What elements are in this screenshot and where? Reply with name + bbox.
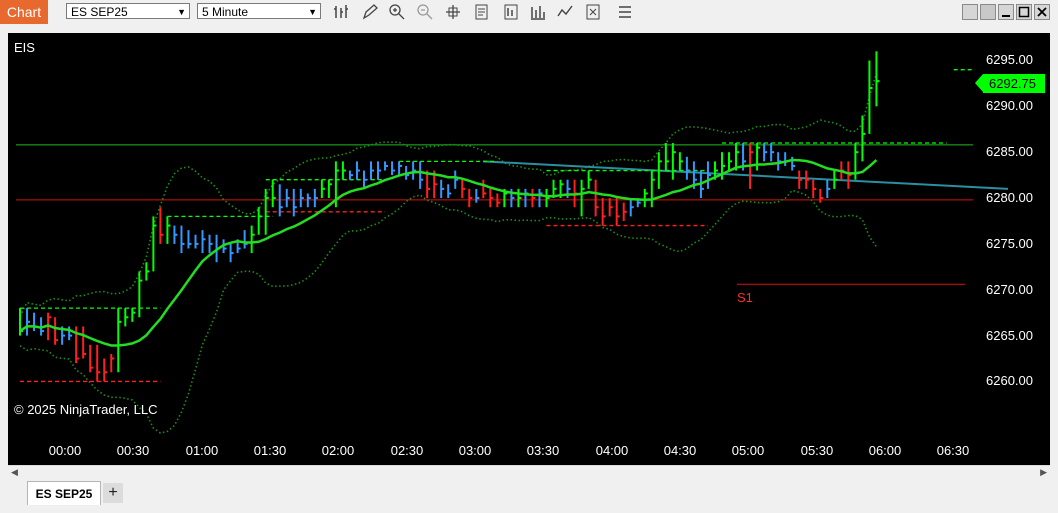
- time-axis-label: 02:30: [390, 443, 424, 458]
- top-toolbar: Chart ES SEP25 ▼ 5 Minute ▼: [0, 0, 1058, 24]
- time-axis-label: 03:00: [458, 443, 492, 458]
- interval-select-value: 5 Minute: [202, 5, 249, 19]
- strategies-icon[interactable]: [529, 3, 547, 21]
- price-chart[interactable]: [8, 33, 1050, 465]
- data-box-icon[interactable]: [473, 3, 491, 21]
- bar-type-icon[interactable]: [332, 3, 350, 21]
- maximize-icon[interactable]: [1016, 4, 1032, 20]
- time-axis-label: 06:00: [868, 443, 902, 458]
- bollinger-lower-band: [19, 189, 878, 434]
- s1-pivot-label: S1: [737, 290, 753, 305]
- chart-panel[interactable]: EIS © 2025 NinjaTrader, LLC S1 6295.00 6…: [8, 33, 1050, 465]
- chevron-down-icon: ▼: [308, 7, 317, 17]
- chart-trader-icon[interactable]: [584, 3, 602, 21]
- time-axis-label: 03:30: [526, 443, 560, 458]
- instrument-select[interactable]: ES SEP25 ▼: [66, 3, 190, 19]
- close-icon[interactable]: [1034, 4, 1050, 20]
- indicators-icon[interactable]: [556, 3, 574, 21]
- price-axis-label: 6280.00: [986, 190, 1033, 205]
- tile-icon[interactable]: [980, 4, 996, 20]
- zoom-in-icon[interactable]: [388, 3, 406, 21]
- restore-icon[interactable]: [962, 4, 978, 20]
- time-axis-label: 02:00: [321, 443, 355, 458]
- instrument-label: EIS: [14, 40, 35, 55]
- time-axis-label: 04:00: [595, 443, 629, 458]
- scroll-left-icon[interactable]: ◀: [11, 467, 18, 478]
- time-axis-label: 04:30: [663, 443, 697, 458]
- crosshair-icon[interactable]: [444, 3, 462, 21]
- add-tab-icon[interactable]: +: [103, 483, 123, 503]
- time-axis-label: 05:30: [800, 443, 834, 458]
- chevron-down-icon: ▼: [177, 7, 186, 17]
- time-axis-label: 00:00: [48, 443, 82, 458]
- minimize-icon[interactable]: [998, 4, 1014, 20]
- chart-window-tab[interactable]: Chart: [0, 0, 48, 24]
- drawing-tool-icon[interactable]: [361, 3, 379, 21]
- time-axis-label: 05:00: [731, 443, 765, 458]
- chart-properties-icon[interactable]: [502, 3, 520, 21]
- price-axis-label: 6275.00: [986, 236, 1033, 251]
- price-axis-label: 6295.00: [986, 52, 1033, 67]
- scroll-right-icon[interactable]: ▶: [1040, 467, 1047, 478]
- current-price-marker: 6292.75: [975, 74, 1045, 93]
- interval-select[interactable]: 5 Minute ▼: [197, 3, 321, 19]
- zoom-out-icon[interactable]: [416, 3, 434, 21]
- copyright-text: © 2025 NinjaTrader, LLC: [14, 402, 158, 417]
- instrument-select-value: ES SEP25: [71, 5, 128, 19]
- time-axis-label: 01:30: [253, 443, 287, 458]
- more-icon[interactable]: [616, 3, 634, 21]
- time-axis-label: 01:00: [185, 443, 219, 458]
- horizontal-scrollbar[interactable]: ◀ ▶: [8, 465, 1050, 478]
- price-axis-label: 6270.00: [986, 282, 1033, 297]
- time-axis-label: 06:30: [936, 443, 970, 458]
- price-axis-label: 6285.00: [986, 144, 1033, 159]
- tab-es-sep25[interactable]: ES SEP25: [27, 481, 101, 505]
- document-tabs: ES SEP25 +: [0, 478, 1058, 513]
- price-axis-label: 6290.00: [986, 98, 1033, 113]
- price-axis-label: 6265.00: [986, 328, 1033, 343]
- time-axis-label: 00:30: [116, 443, 150, 458]
- price-axis-label: 6260.00: [986, 373, 1033, 388]
